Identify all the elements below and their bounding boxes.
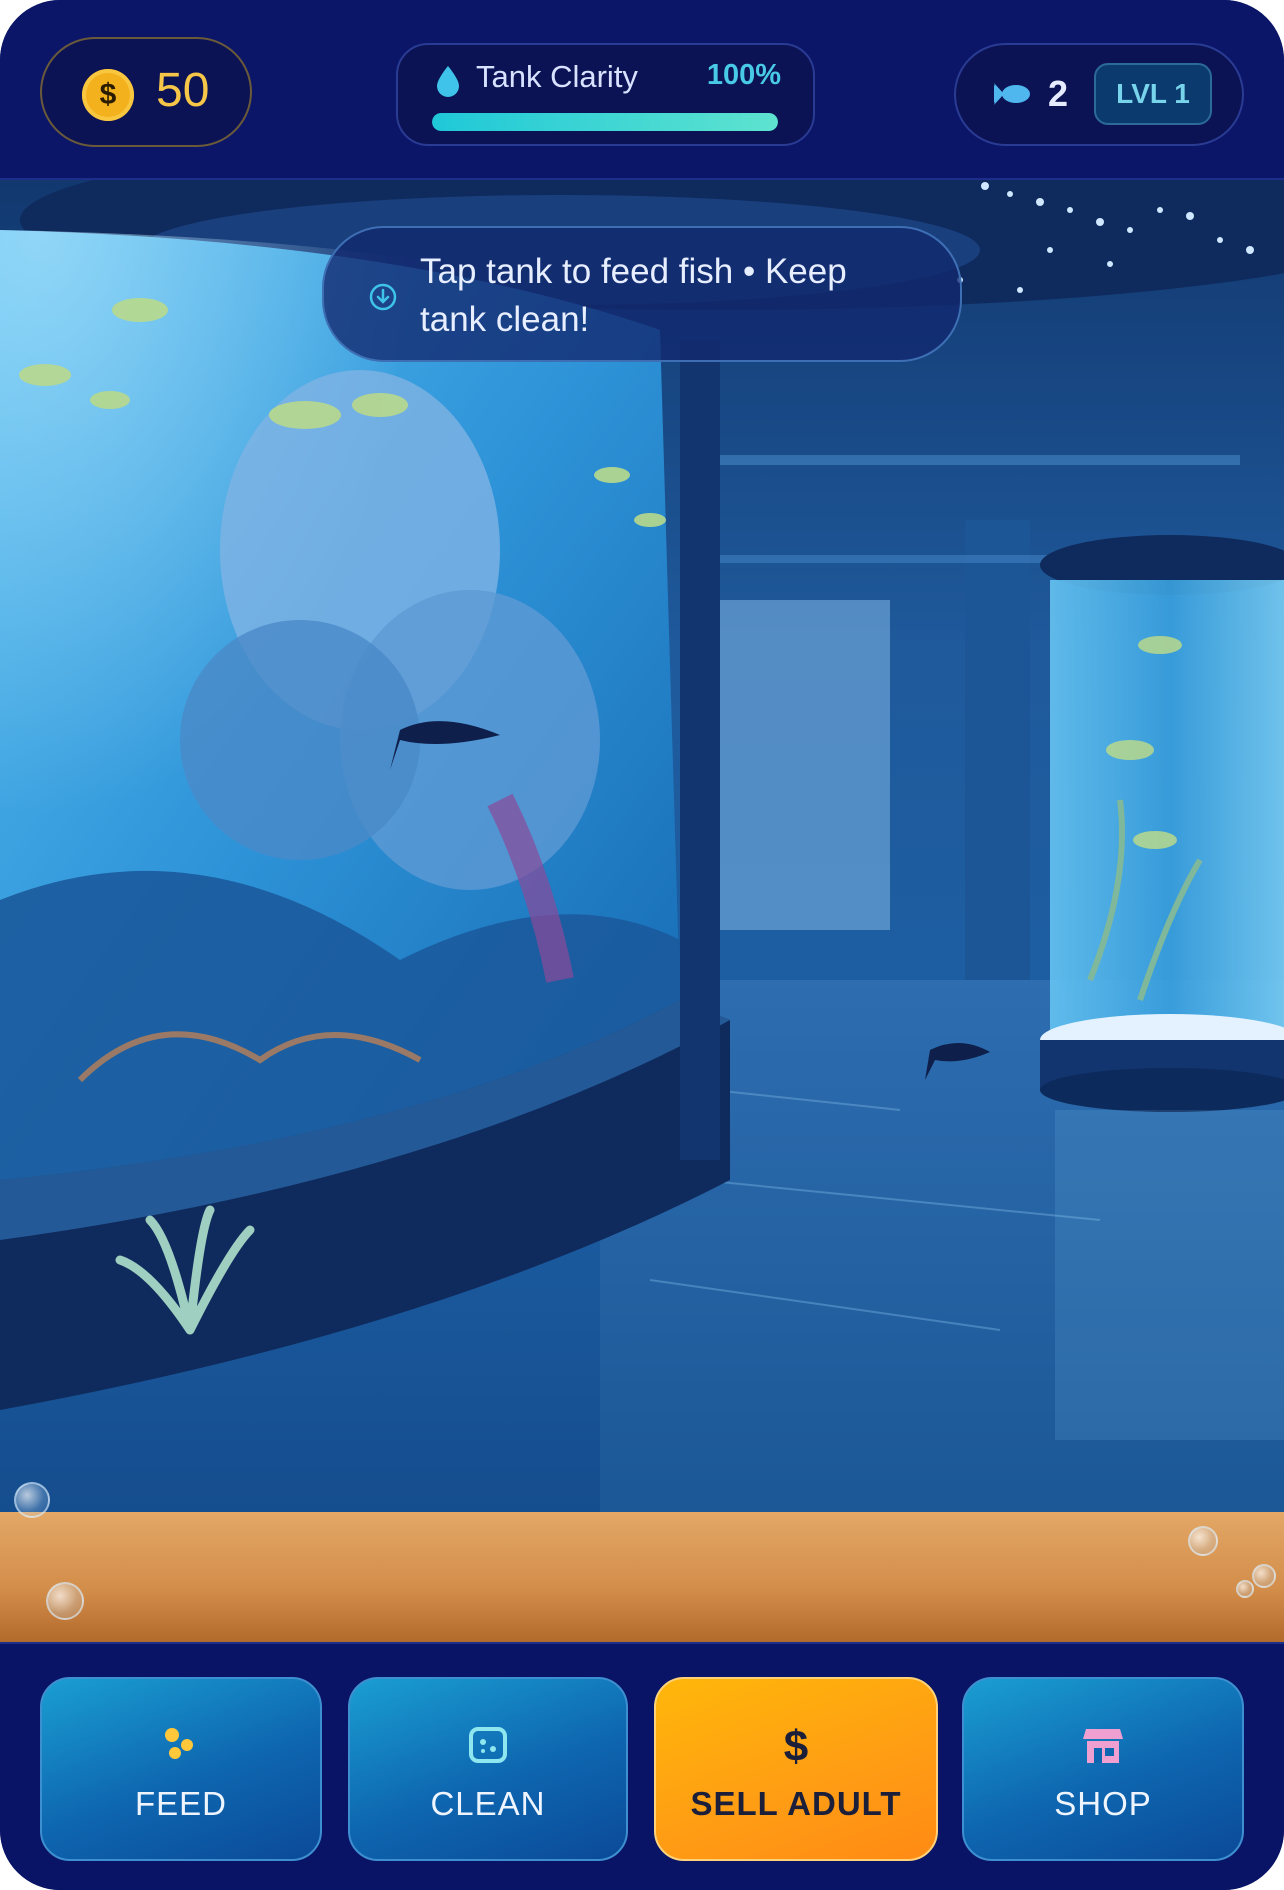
tank-clarity-label: Tank Clarity [476,59,638,94]
clean-button[interactable]: CLEAN [348,1677,628,1861]
sell-adult-label: SELL ADULT [690,1785,902,1822]
aquarium-scene[interactable]: Tap tank to feed fish • Keep tank clean! [0,180,1284,1520]
tank-clarity-fill [432,113,778,131]
fish-icon [994,83,1030,105]
feed-button[interactable]: FEED [40,1677,322,1861]
svg-text:$: $ [784,1723,808,1767]
tank-clarity-value: 100% [706,59,781,91]
aquarium-illustration [0,180,1284,1520]
sell-adult-button[interactable]: $ SELL ADULT [654,1677,938,1861]
coin-value: 50 [156,64,210,117]
sand-floor [0,1512,1284,1642]
bubble [46,1582,84,1620]
bubble [1188,1526,1218,1556]
hint-text: Tap tank to feed fish • Keep tank clean! [420,252,847,339]
tank-clarity-meter: Tank Clarity 100% [396,43,815,146]
fish-level-panel: 2 LVL 1 [954,43,1244,146]
tank-clarity-bar [432,113,778,131]
water-drop-icon [437,66,459,97]
fish-count: 2 [1048,73,1069,114]
bubble [14,1482,50,1518]
feed-label: FEED [134,1785,227,1822]
game-frame: $ 50 Tank Clarity 100% 2 LVL 1 Tap tank … [0,0,1284,1890]
action-toolbar: FEED CLEAN $ SELL ADULT SHOP [0,1642,1284,1890]
coin-counter: $ 50 [40,37,252,147]
shop-label: SHOP [1054,1785,1152,1822]
level-badge: LVL 1 [1094,63,1212,125]
bubble [1236,1580,1254,1598]
status-header: $ 50 Tank Clarity 100% 2 LVL 1 [0,0,1284,180]
store-icon [1083,1729,1123,1763]
bubble [1252,1564,1276,1588]
hint-banner: Tap tank to feed fish • Keep tank clean! [322,226,962,362]
shop-button[interactable]: SHOP [962,1677,1244,1861]
clean-label: CLEAN [430,1785,546,1822]
arrow-down-circle-icon [369,283,397,311]
coin-icon: $ [82,69,134,121]
food-pellets-icon [165,1728,193,1759]
dollar-icon: $ [784,1723,808,1767]
sponge-icon [469,1727,507,1763]
